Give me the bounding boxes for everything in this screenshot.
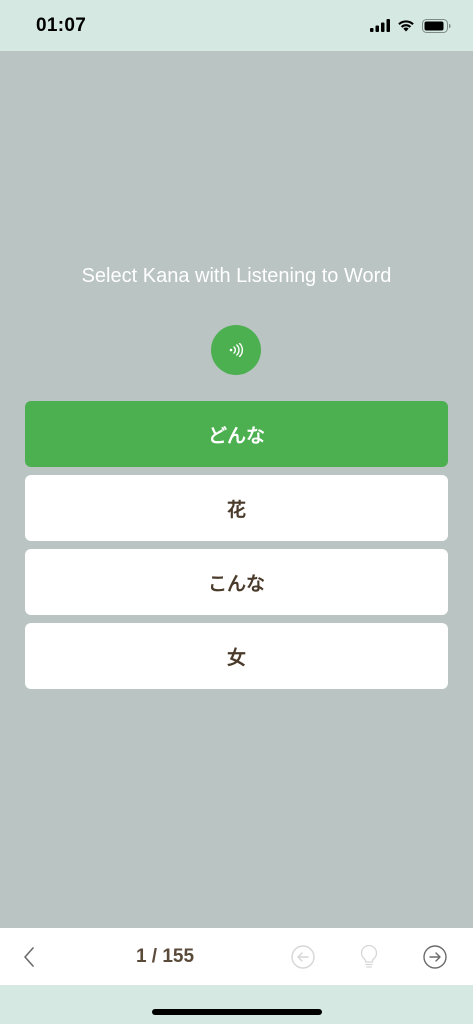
quiz-prompt: Select Kana with Listening to Word [81,265,392,287]
battery-icon [422,18,451,33]
status-icons [370,18,451,33]
back-button[interactable] [14,928,44,985]
bottom-toolbar: 1 / 155 [0,928,473,985]
play-audio-button[interactable] [211,325,261,375]
arrow-circle-left-icon [291,944,315,969]
previous-question-button[interactable] [288,928,318,985]
answer-options: どんな 花 こんな 女 [25,401,448,697]
status-bar: 01:07 [0,0,473,51]
next-question-button[interactable] [420,928,450,985]
answer-option-4[interactable]: 女 [25,623,448,689]
page-counter: 1 / 155 [135,945,195,967]
home-indicator[interactable] [152,1009,322,1015]
arrow-circle-right-icon [423,944,447,969]
hint-button[interactable] [354,928,384,985]
wifi-icon [398,20,414,32]
answer-option-2[interactable]: 花 [25,475,448,541]
cellular-signal-icon [370,19,390,32]
status-time: 01:07 [36,14,87,36]
answer-option-1[interactable]: どんな [25,401,448,467]
answer-option-3[interactable]: こんな [25,549,448,615]
lightbulb-icon [360,944,378,968]
home-indicator-area [0,985,473,1024]
chevron-left-icon [24,946,34,967]
speaker-sound-icon [229,343,244,357]
